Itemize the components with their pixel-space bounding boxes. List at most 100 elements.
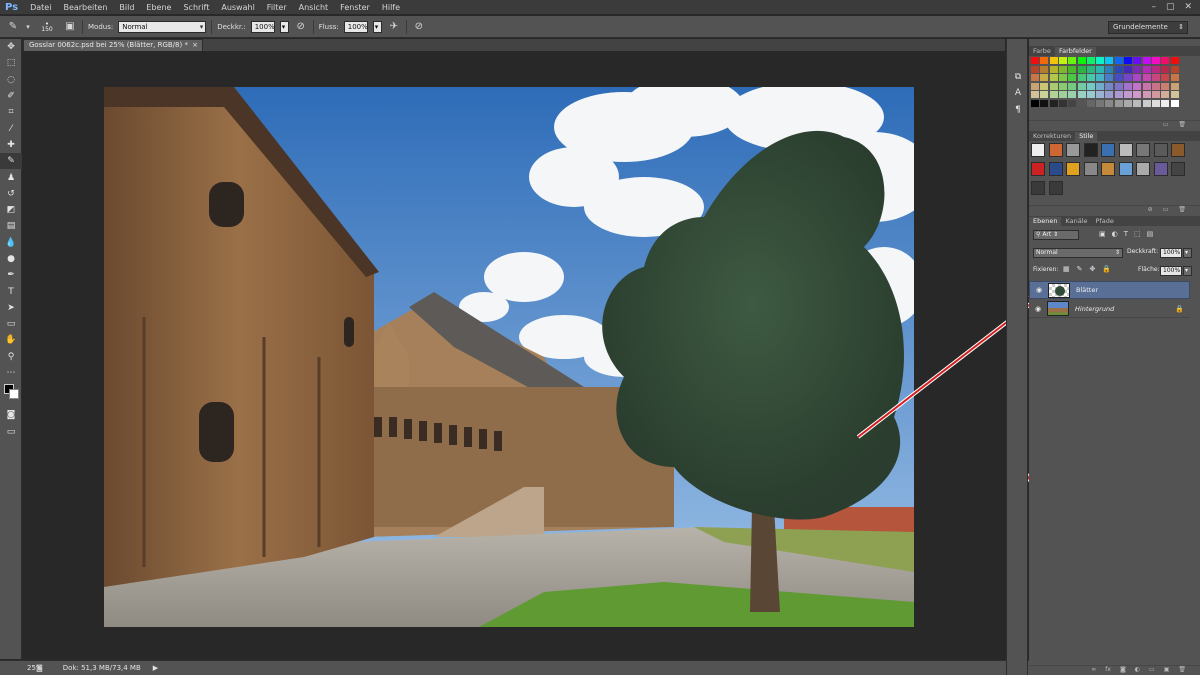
history-brush-icon[interactable]: ↺: [0, 186, 22, 202]
color-swatch[interactable]: [1105, 74, 1114, 82]
close-window-button[interactable]: ✕: [1184, 2, 1192, 12]
color-swatch[interactable]: [1124, 65, 1132, 73]
color-swatch[interactable]: [1133, 74, 1142, 82]
color-swatch[interactable]: [1114, 65, 1123, 73]
color-swatch[interactable]: [1133, 82, 1142, 90]
color-swatch[interactable]: [1086, 57, 1095, 64]
zoom-icon[interactable]: ⚲: [0, 349, 22, 365]
menu-datei[interactable]: Datei: [24, 3, 57, 12]
color-swatch[interactable]: [1142, 65, 1151, 73]
style-preset[interactable]: [1118, 143, 1133, 157]
tab-korrekturen[interactable]: Korrekturen: [1029, 132, 1075, 141]
color-swatch[interactable]: [1133, 91, 1142, 99]
layer-row-blaetter[interactable]: ◉ Blätter: [1029, 281, 1190, 299]
lasso-icon[interactable]: ◌: [0, 72, 22, 88]
blend-mode-select[interactable]: Normal ⇕: [1033, 248, 1123, 258]
zoom-level[interactable]: 25%: [0, 664, 43, 672]
color-swatches[interactable]: [0, 381, 22, 407]
color-swatch[interactable]: [1068, 74, 1077, 82]
color-swatch[interactable]: [1114, 100, 1123, 107]
quick-select-icon[interactable]: ✐: [0, 88, 22, 104]
style-preset[interactable]: [1083, 143, 1098, 157]
color-swatch[interactable]: [1142, 100, 1151, 107]
fx-icon[interactable]: fx: [1105, 666, 1111, 673]
color-swatch[interactable]: [1170, 57, 1179, 64]
color-swatch[interactable]: [1161, 91, 1170, 99]
background-color[interactable]: [9, 389, 19, 400]
type-icon[interactable]: T: [0, 283, 22, 299]
pen-icon[interactable]: ✒: [0, 267, 22, 283]
menu-ansicht[interactable]: Ansicht: [293, 3, 335, 12]
color-swatch[interactable]: [1142, 57, 1151, 64]
eraser-icon[interactable]: ◩: [0, 202, 22, 218]
color-swatch[interactable]: [1077, 74, 1086, 82]
filter-pixel-icon[interactable]: ▣: [1099, 230, 1106, 238]
brush-tool-preset-icon[interactable]: ✎: [6, 20, 20, 34]
tab-farbe[interactable]: Farbe: [1029, 47, 1055, 56]
fill-dropdown[interactable]: ▾: [1183, 266, 1192, 276]
color-swatch[interactable]: [1096, 65, 1105, 73]
color-swatch[interactable]: [1031, 91, 1039, 99]
color-swatch[interactable]: [1170, 91, 1179, 99]
style-preset[interactable]: [1031, 143, 1045, 157]
menu-bearbeiten[interactable]: Bearbeiten: [57, 3, 113, 12]
brush-icon[interactable]: ✎: [0, 153, 22, 170]
trash-icon[interactable]: 🗑: [1178, 121, 1186, 128]
color-swatch[interactable]: [1031, 57, 1039, 64]
color-swatch[interactable]: [1031, 82, 1039, 90]
menu-filter[interactable]: Filter: [261, 3, 293, 12]
color-swatch[interactable]: [1031, 100, 1039, 107]
fill-input[interactable]: 100%: [1160, 266, 1182, 276]
color-swatch[interactable]: [1086, 74, 1095, 82]
layer-name[interactable]: Blätter: [1076, 286, 1098, 294]
color-swatch[interactable]: [1142, 91, 1151, 99]
link-layers-icon[interactable]: ∞: [1091, 666, 1096, 673]
color-swatch[interactable]: [1068, 100, 1077, 107]
color-swatch[interactable]: [1068, 65, 1077, 73]
color-swatch[interactable]: [1040, 65, 1049, 73]
color-swatch[interactable]: [1058, 82, 1067, 90]
style-preset[interactable]: [1153, 143, 1168, 157]
minimize-button[interactable]: –: [1151, 2, 1156, 12]
color-swatch[interactable]: [1170, 100, 1179, 107]
layer-filter-select[interactable]: ⚲ Art ⇕: [1033, 230, 1079, 240]
color-swatch[interactable]: [1161, 65, 1170, 73]
layer-name[interactable]: Hintergrund: [1075, 305, 1114, 313]
style-preset[interactable]: [1083, 162, 1098, 176]
color-swatch[interactable]: [1114, 82, 1123, 90]
new-style-icon[interactable]: ▭: [1163, 206, 1169, 213]
color-swatch[interactable]: [1068, 57, 1077, 64]
status-menu-arrow[interactable]: ▶: [153, 664, 158, 672]
trash-icon[interactable]: 🗑: [1178, 206, 1186, 213]
screen-mode-icon[interactable]: ▭: [0, 424, 22, 440]
menu-ebene[interactable]: Ebene: [140, 3, 177, 12]
maximize-button[interactable]: ▢: [1166, 2, 1175, 12]
color-swatch[interactable]: [1086, 82, 1095, 90]
lock-all-icon[interactable]: 🔒: [1102, 265, 1111, 273]
color-swatch[interactable]: [1142, 74, 1151, 82]
color-swatch[interactable]: [1096, 100, 1105, 107]
color-swatch[interactable]: [1040, 82, 1049, 90]
opacity-input[interactable]: 100%: [1160, 248, 1182, 258]
color-swatch[interactable]: [1105, 57, 1114, 64]
color-swatch[interactable]: [1151, 100, 1160, 107]
pressure-size-icon[interactable]: ⊘: [412, 20, 426, 34]
color-swatch[interactable]: [1151, 91, 1160, 99]
eye-icon[interactable]: ◉: [1029, 305, 1047, 313]
history-panel-icon[interactable]: ⧉: [1007, 69, 1029, 85]
color-swatch[interactable]: [1151, 82, 1160, 90]
style-preset[interactable]: [1171, 143, 1185, 157]
style-preset[interactable]: [1153, 162, 1168, 176]
color-swatch[interactable]: [1124, 91, 1132, 99]
color-swatch[interactable]: [1068, 82, 1077, 90]
new-layer-icon[interactable]: ▣: [1164, 666, 1170, 673]
color-swatch[interactable]: [1114, 91, 1123, 99]
filter-type-icon[interactable]: T: [1124, 230, 1128, 238]
color-swatch[interactable]: [1068, 91, 1077, 99]
new-swatch-icon[interactable]: ▭: [1163, 121, 1169, 128]
fluss-dropdown[interactable]: ▾: [372, 20, 382, 33]
menu-bild[interactable]: Bild: [113, 3, 140, 12]
move-icon[interactable]: ✥: [0, 39, 22, 55]
color-swatch[interactable]: [1077, 91, 1086, 99]
color-swatch[interactable]: [1124, 74, 1132, 82]
